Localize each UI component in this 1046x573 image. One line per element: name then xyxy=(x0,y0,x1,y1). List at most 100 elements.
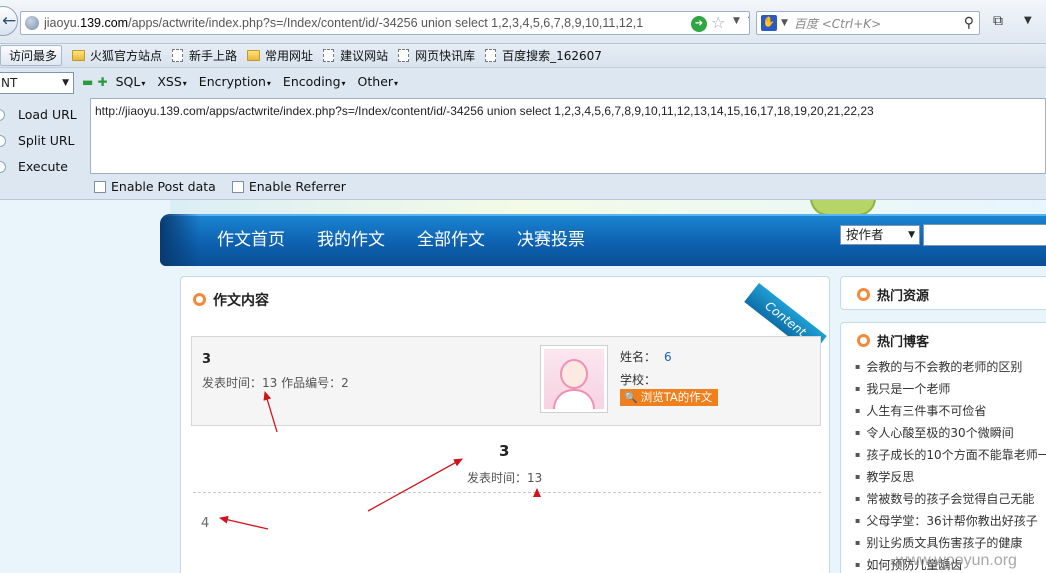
hot-blogs-list: 会教的与不会教的老师的区别 我只是一个老师 人生有三件事不可俭省 令人心酸至极的… xyxy=(855,356,1046,573)
blog-link[interactable]: 常被数号的孩子会觉得自己无能 xyxy=(855,488,1046,510)
page-icon xyxy=(323,49,335,62)
search-icon: 🔍 xyxy=(624,391,638,404)
essay-body: 4 xyxy=(201,516,210,531)
blog-link[interactable]: 父母学堂：36计帮你教出好孩子 xyxy=(855,510,1046,532)
bookmark-label: 新手上路 xyxy=(189,49,238,63)
page-icon xyxy=(172,49,184,62)
hackbar-url-textarea[interactable]: http://jiaoyu.139.com/apps/actwrite/inde… xyxy=(90,98,1046,174)
bookmark-most-visited[interactable]: 访问最多 xyxy=(0,45,63,66)
bookmark-common-sites[interactable]: 常用网址 xyxy=(247,47,313,64)
menu-xss[interactable]: XSS xyxy=(157,74,186,89)
page-icon xyxy=(398,49,410,62)
author-name: 姓名： 6 xyxy=(620,350,672,364)
bookmark-baidu-search[interactable]: 百度搜索_162607 xyxy=(485,47,602,64)
blog-link[interactable]: 令人心酸至极的30个微瞬间 xyxy=(855,422,1046,444)
web-page: 作文首页 我的作文 全部作文 决赛投票 按作者 ▼ 作文内容 Content 3 … xyxy=(0,200,1046,573)
browse-author-essays-button[interactable]: 🔍 浏览TA的作文 xyxy=(620,389,719,406)
watermark: www.wooyun.org xyxy=(896,552,1017,569)
globe-icon xyxy=(25,16,39,30)
essay-heading-meta: 发表时间：13 xyxy=(467,471,543,485)
blog-link[interactable]: 我只是一个老师 xyxy=(855,378,1046,400)
nav-my-essays[interactable]: 我的作文 xyxy=(317,225,385,250)
hackbar-actions: Load URL Split URL Execute xyxy=(0,102,86,180)
menu-encoding[interactable]: Encoding xyxy=(283,74,346,89)
enable-post-checkbox[interactable]: Enable Post data xyxy=(94,179,216,194)
avatar-image xyxy=(544,349,604,409)
select-value: 按作者 xyxy=(846,227,884,242)
enable-referrer-checkbox[interactable]: Enable Referrer xyxy=(231,179,346,194)
blog-link[interactable]: 人生有三件事不可俭省 xyxy=(855,400,1046,422)
checkbox-box xyxy=(231,180,244,193)
address-bar[interactable]: jiaoyu.139.com/apps/actwrite/index.php?s… xyxy=(20,11,750,35)
search-icon[interactable]: ⚲ xyxy=(964,15,974,31)
site-search-input[interactable] xyxy=(923,224,1046,246)
search-placeholder: 百度 <Ctrl+K> xyxy=(793,16,882,31)
hackbar-version-select[interactable]: NT ▼ xyxy=(0,72,74,94)
bookmark-suggested-sites[interactable]: 建议网站 xyxy=(323,47,388,64)
hot-blogs-title: 热门博客 xyxy=(857,331,929,350)
bookmark-star-icon[interactable]: ☆ xyxy=(711,13,725,32)
history-dropdown-icon[interactable]: ▼ xyxy=(733,16,740,26)
page-icon xyxy=(485,49,497,62)
bookmark-label: 常用网址 xyxy=(265,49,314,63)
back-arrow-icon: ← xyxy=(2,11,17,31)
nav-final-vote[interactable]: 决赛投票 xyxy=(517,225,585,250)
essay-content-panel: 作文内容 Content 3 发表时间：13 作品编号：2 姓名： 6 学校： 🔍… xyxy=(180,276,830,573)
essay-heading: 3 xyxy=(499,442,510,460)
bookmark-label: 建议网站 xyxy=(340,49,389,63)
checkbox-box xyxy=(94,180,106,193)
hackbar-panel: NT ▼ ▬ ✚ SQL XSS Encryption Encoding Othe… xyxy=(0,68,1046,200)
bookmark-web-slices[interactable]: 网页快讯库 xyxy=(398,47,475,64)
bookmark-getting-started[interactable]: 新手上路 xyxy=(172,47,237,64)
checkbox-label: Enable Post data xyxy=(111,179,216,194)
bookmark-label: 网页快讯库 xyxy=(415,49,476,63)
content-ribbon: Content xyxy=(744,273,843,355)
hot-resources-title: 热门资源 xyxy=(857,285,929,304)
select-value: NT xyxy=(1,76,18,90)
bookmarks-bar: 访问最多 火狐官方站点 新手上路 常用网址 建议网站 网页快讯库 百度搜索_16… xyxy=(0,44,1046,68)
chevron-down-icon: ▼ xyxy=(908,230,915,240)
essay-info-box: 3 发表时间：13 作品编号：2 姓名： 6 学校： 🔍 浏览TA的作文 xyxy=(191,336,821,426)
hot-blogs-panel: 热门博客 会教的与不会教的老师的区别 我只是一个老师 人生有三件事不可俭省 令人… xyxy=(840,322,1046,573)
avatar xyxy=(540,345,608,413)
ring-bullet-icon xyxy=(857,334,870,347)
blog-link[interactable]: 教学反思 xyxy=(855,466,1046,488)
search-box[interactable]: ✋ ▼ 百度 <Ctrl+K> ⚲ xyxy=(756,11,980,35)
address-text: jiaoyu.139.com/apps/actwrite/index.php?s… xyxy=(44,16,644,30)
reload-icon[interactable]: ↻ xyxy=(747,13,749,31)
nav-all-essays[interactable]: 全部作文 xyxy=(417,225,485,250)
hackbar-menu: ▬ ✚ SQL XSS Encryption Encoding Other xyxy=(82,74,410,89)
blog-link[interactable]: 孩子成长的10个方面不能靠老师一 xyxy=(855,444,1046,466)
menu-other[interactable]: Other xyxy=(358,74,399,89)
site-navbar: 作文首页 我的作文 全部作文 决赛投票 按作者 ▼ xyxy=(160,214,1046,266)
search-engine-dropdown-icon[interactable]: ▼ xyxy=(781,18,788,28)
panel-title: 作文内容 xyxy=(193,290,269,310)
split-url-button[interactable]: Split URL xyxy=(0,128,86,154)
load-url-button[interactable]: Load URL xyxy=(0,102,86,128)
folder-icon xyxy=(247,50,261,61)
checkbox-label: Enable Referrer xyxy=(248,179,346,194)
menu-encryption[interactable]: Encryption xyxy=(199,74,271,89)
zoom-minus-plus-icon[interactable]: ▬ ✚ xyxy=(82,75,108,89)
execute-button[interactable]: Execute xyxy=(0,154,86,180)
author-name-link[interactable]: 6 xyxy=(664,350,672,364)
go-arrow-icon[interactable]: ➜ xyxy=(691,16,707,32)
back-button[interactable]: ← xyxy=(0,6,18,36)
essay-meta: 发表时间：13 作品编号：2 xyxy=(202,376,349,390)
menu-dropdown-icon[interactable]: ▼ xyxy=(1024,15,1032,26)
author-school: 学校： xyxy=(620,373,657,387)
bookmark-label: 百度搜索_162607 xyxy=(502,49,602,63)
screenshot-tool-icon[interactable]: ⧉ xyxy=(993,13,1013,31)
folder-icon xyxy=(72,50,86,61)
menu-sql[interactable]: SQL xyxy=(116,74,146,89)
bookmark-label: 访问最多 xyxy=(9,49,58,63)
bookmark-firefox-official[interactable]: 火狐官方站点 xyxy=(72,47,162,64)
browser-toolbar: ← jiaoyu.139.com/apps/actwrite/index.php… xyxy=(0,0,1046,44)
nav-essay-home[interactable]: 作文首页 xyxy=(217,225,285,250)
baidu-paw-icon[interactable]: ✋ xyxy=(761,15,777,31)
divider xyxy=(193,492,821,493)
search-by-select[interactable]: 按作者 ▼ xyxy=(840,225,920,245)
hackbar-options: Enable Post data Enable Referrer xyxy=(94,179,362,194)
blog-link[interactable]: 会教的与不会教的老师的区别 xyxy=(855,356,1046,378)
blog-link[interactable]: 别让劣质文具伤害孩子的健康 xyxy=(855,532,1046,554)
